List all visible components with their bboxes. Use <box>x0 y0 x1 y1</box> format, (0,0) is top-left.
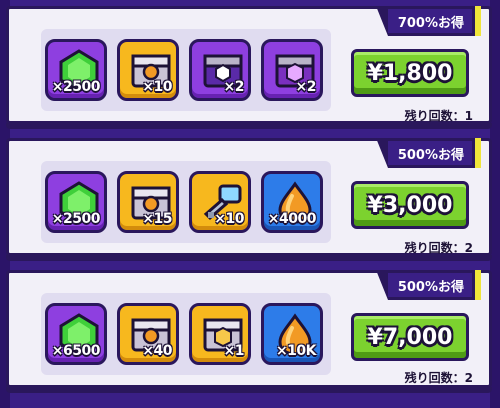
discount-badge: 500%お得 <box>375 138 482 168</box>
reward-qty: ×2 <box>295 79 317 95</box>
reward-tile-chest: ×40 <box>117 303 179 365</box>
reward-qty: ×6500 <box>51 343 101 359</box>
reward-tile-hex-chest: ×1 <box>189 303 251 365</box>
reward-qty: ×1 <box>223 343 245 359</box>
reward-qty: ×2500 <box>51 79 101 95</box>
discount-badge-label: 700%お得 <box>397 15 464 31</box>
offer-items: ×2500 ×10 ×2 ×2 <box>41 29 331 111</box>
reward-tile-drop: ×4000 <box>261 171 323 233</box>
price-label: ¥1,800 <box>367 60 453 86</box>
reward-tile-drop: ×10K <box>261 303 323 365</box>
remaining-count: 残り回数：1 <box>404 109 473 123</box>
offer-items: ×6500 ×40 ×1 ×10K <box>41 293 331 375</box>
offer-card-3: 500%お得 ×6500 ×40 ×1 ×10K ¥7,000 残り回数：2 <box>6 270 492 393</box>
reward-tile-gems: ×2500 <box>45 171 107 233</box>
discount-badge-label: 500%お得 <box>397 279 464 295</box>
reward-tile-gems: ×6500 <box>45 303 107 365</box>
offer-items: ×2500 ×15 ×10 ×4000 <box>41 161 331 243</box>
discount-badge: 700%お得 <box>375 6 482 36</box>
reward-qty: ×10 <box>214 211 244 227</box>
reward-qty: ×2500 <box>51 211 101 227</box>
offer-card-2: 500%お得 ×2500 ×15 ×10 ×4000 ¥3,000 残り回数：2 <box>6 138 492 261</box>
remaining-count: 残り回数：2 <box>404 241 473 255</box>
reward-qty: ×10K <box>275 343 317 359</box>
reward-qty: ×40 <box>142 343 172 359</box>
reward-tile-purple-chest: ×2 <box>189 39 251 101</box>
buy-button[interactable]: ¥7,000 <box>351 313 469 361</box>
discount-badge-label: 500%お得 <box>397 147 464 163</box>
price-label: ¥3,000 <box>367 192 453 218</box>
reward-tile-chest: ×10 <box>117 39 179 101</box>
offer-card-1: 700%お得 ×2500 ×10 ×2 ×2 ¥1,800 残り回数：1 <box>6 6 492 129</box>
reward-tile-key: ×10 <box>189 171 251 233</box>
reward-tile-gems: ×2500 <box>45 39 107 101</box>
reward-tile-hex-chest: ×2 <box>261 39 323 101</box>
discount-badge: 500%お得 <box>375 270 482 300</box>
reward-qty: ×2 <box>223 79 245 95</box>
remaining-count: 残り回数：2 <box>404 371 473 385</box>
reward-qty: ×10 <box>142 79 172 95</box>
reward-qty: ×15 <box>142 211 172 227</box>
price-label: ¥7,000 <box>367 324 453 350</box>
reward-qty: ×4000 <box>267 211 317 227</box>
buy-button[interactable]: ¥3,000 <box>351 181 469 229</box>
buy-button[interactable]: ¥1,800 <box>351 49 469 97</box>
reward-tile-chest: ×15 <box>117 171 179 233</box>
